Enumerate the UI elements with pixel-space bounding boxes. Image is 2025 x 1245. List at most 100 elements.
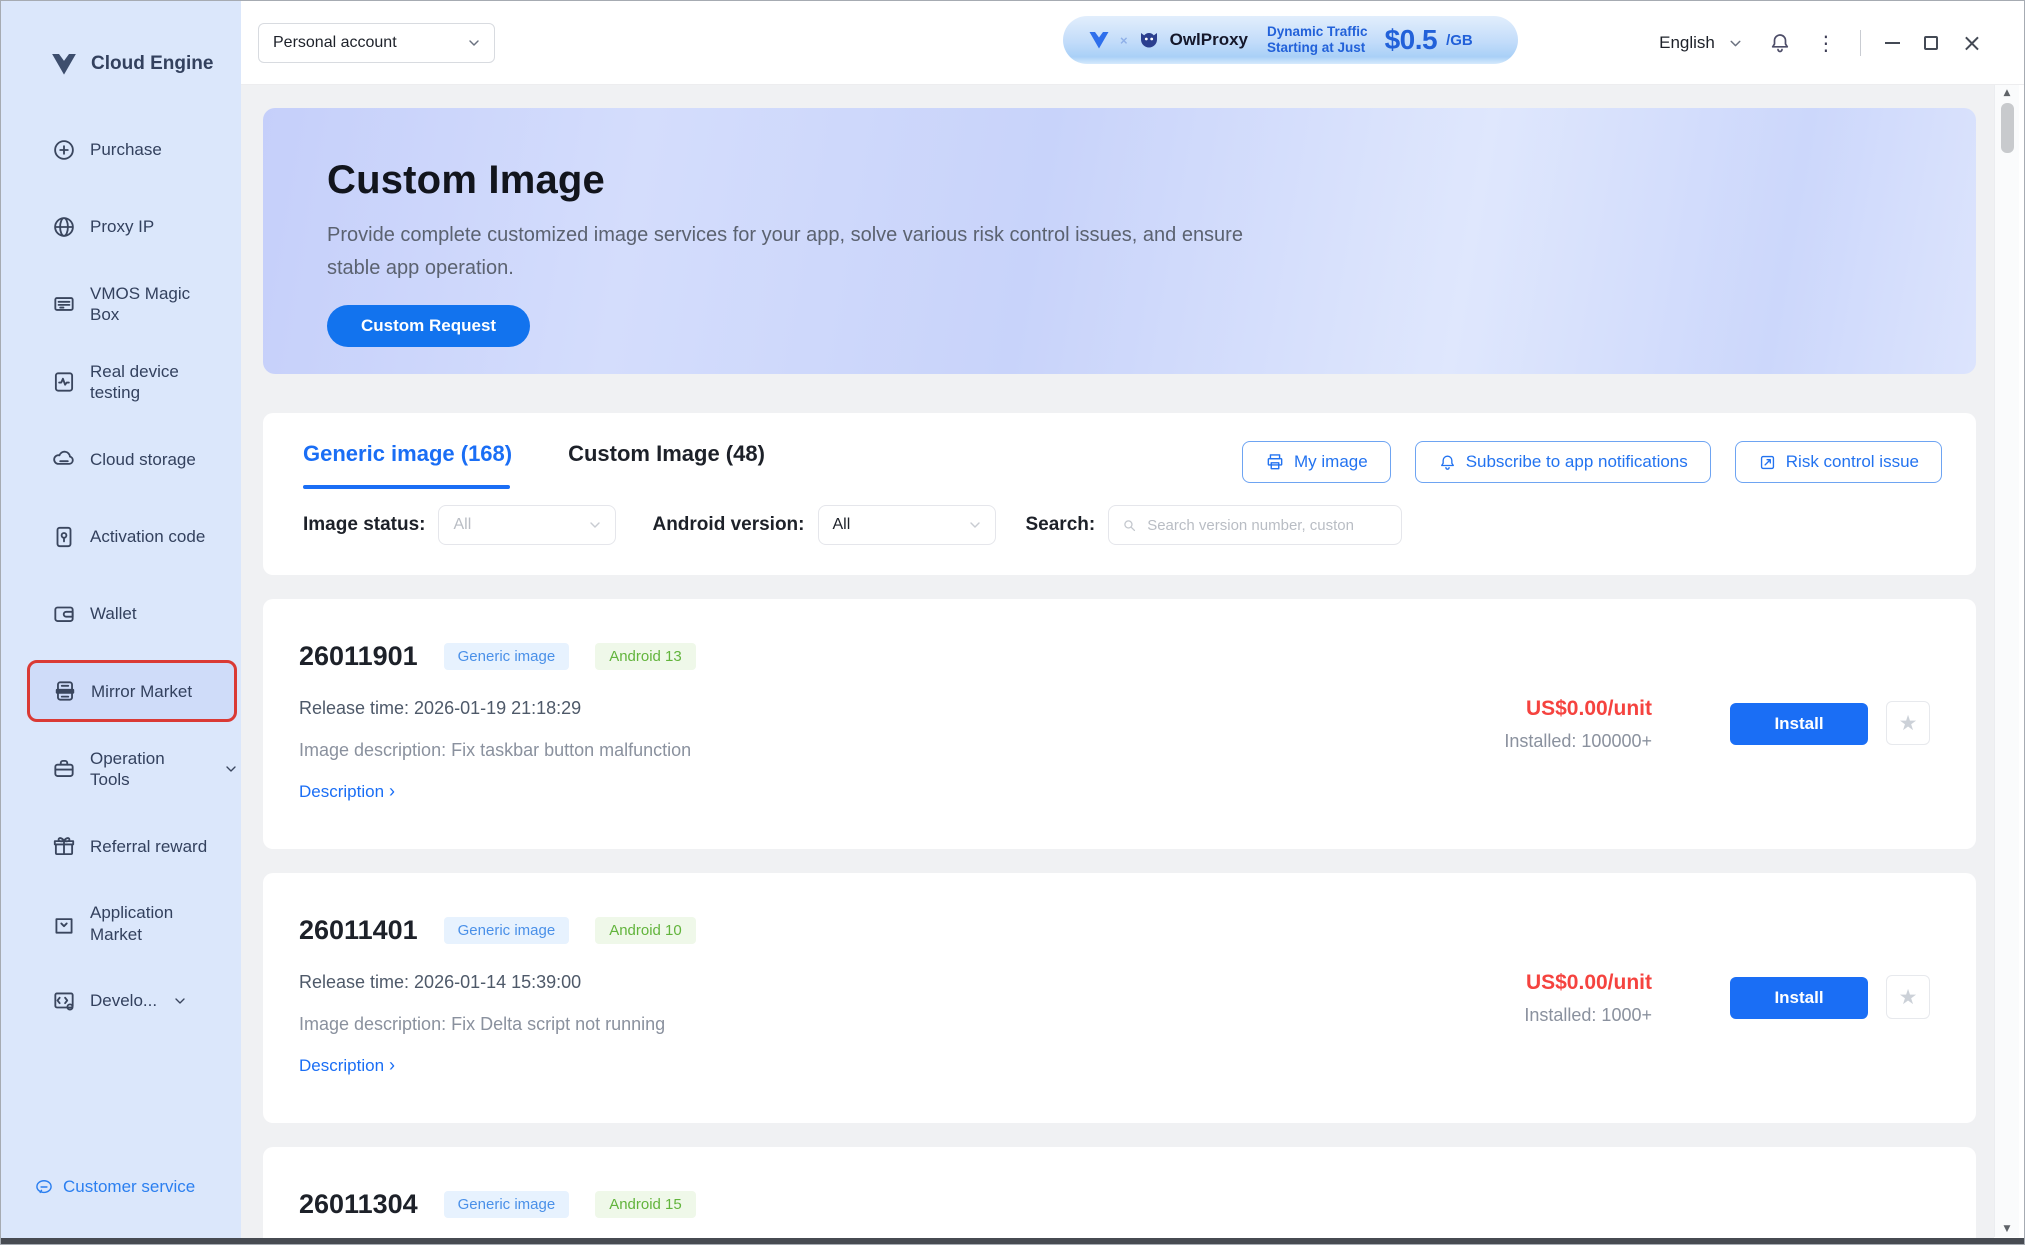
- maximize-button[interactable]: [1923, 36, 1938, 50]
- chevron-right-icon: ›: [389, 1055, 396, 1075]
- image-card-26011401: 26011401 Generic image Android 10 Releas…: [263, 873, 1976, 1123]
- image-card-26011304: 26011304 Generic image Android 15: [263, 1147, 1976, 1244]
- favorite-button[interactable]: ★: [1886, 701, 1930, 745]
- price-block: US$0.00/unit Installed: 100000+: [1504, 697, 1652, 752]
- sidebar-item-proxy-ip[interactable]: Proxy IP: [1, 188, 241, 265]
- image-status-label: Image status:: [303, 514, 426, 535]
- image-card-26011901: 26011901 Generic image Android 13 Releas…: [263, 599, 1976, 849]
- language-selector[interactable]: English: [1659, 33, 1744, 53]
- purchase-icon: [51, 137, 77, 163]
- image-id: 26011401: [299, 915, 418, 945]
- android-version-badge: Android 15: [595, 1191, 696, 1218]
- divider: [1859, 30, 1861, 56]
- subscribe-notifications-button[interactable]: Subscribe to app notifications: [1414, 441, 1711, 483]
- chevron-down-icon: [967, 517, 983, 533]
- main-content: Custom Image Provide complete customized…: [241, 85, 1994, 1244]
- image-description: Image description: Fix taskbar button ma…: [299, 740, 692, 760]
- sidebar-item-mirror-market[interactable]: Mirror Market: [27, 660, 237, 723]
- promo-tagline: Dynamic Traffic Starting at Just: [1267, 23, 1368, 55]
- search-field: [1108, 505, 1403, 545]
- image-id: 26011304: [299, 1189, 418, 1219]
- printer-icon: [1265, 452, 1285, 472]
- chat-bubble-icon: [34, 1177, 54, 1197]
- magic-box-icon: [51, 291, 77, 317]
- promo-price: $0.5: [1384, 24, 1438, 55]
- sidebar-item-vmos-magic-box[interactable]: VMOS Magic Box: [1, 266, 241, 343]
- image-status-select[interactable]: All: [438, 505, 617, 545]
- unit-price: US$0.00/unit: [1525, 697, 1652, 720]
- android-version-label: Android version:: [652, 514, 805, 535]
- toolbox-icon: [51, 756, 77, 782]
- sidebar-item-developer[interactable]: Develo...: [1, 962, 241, 1039]
- activation-code-icon: [51, 524, 77, 550]
- sidebar-item-application-market[interactable]: Application Market: [1, 885, 241, 962]
- chevron-right-icon: ›: [389, 781, 396, 801]
- tab-custom-image[interactable]: Custom Image (48): [568, 441, 765, 497]
- image-type-badge: Generic image: [443, 917, 570, 944]
- scroll-up-icon[interactable]: ▲: [1995, 88, 2019, 98]
- promo-brand: OwlProxy: [1169, 30, 1249, 49]
- custom-image-hero: Custom Image Provide complete customized…: [263, 108, 1976, 374]
- cloud-engine-logo-icon: [49, 49, 79, 79]
- android-version-select[interactable]: All: [817, 505, 996, 545]
- account-type-select[interactable]: Personal account: [258, 23, 495, 63]
- customer-service-link[interactable]: Customer service: [34, 1177, 195, 1197]
- owlproxy-promo-banner[interactable]: × OwlProxy Dynamic Traffic Starting at J…: [1063, 16, 1518, 64]
- sidebar-item-purchase[interactable]: Purchase: [1, 111, 241, 188]
- chevron-down-icon: [172, 993, 188, 1009]
- release-time: Release time: 2026-01-14 15:39:00: [299, 972, 582, 992]
- custom-request-button[interactable]: Custom Request: [327, 305, 531, 347]
- more-menu-icon[interactable]: ⋮: [1816, 33, 1836, 53]
- install-button[interactable]: Install: [1730, 977, 1868, 1019]
- cross-separator-icon: ×: [1120, 32, 1128, 48]
- hero-title: Custom Image: [327, 158, 606, 202]
- install-button[interactable]: Install: [1730, 703, 1868, 745]
- image-type-badge: Generic image: [443, 1191, 570, 1218]
- unit-price: US$0.00/unit: [1525, 971, 1652, 994]
- favorite-button[interactable]: ★: [1886, 975, 1930, 1019]
- sidebar-item-referral-reward[interactable]: Referral reward: [1, 808, 241, 885]
- chevron-down-icon: [223, 761, 239, 777]
- chevron-down-icon: [1727, 35, 1744, 52]
- sidebar: Cloud Engine Purchase Proxy IP VMOS Magi…: [1, 1, 241, 1244]
- close-button[interactable]: ×: [1962, 31, 1982, 55]
- image-description: Image description: Fix Delta script not …: [299, 1014, 666, 1034]
- topbar: Personal account × OwlProxy Dynamic Traf…: [241, 1, 2024, 85]
- scroll-down-icon[interactable]: ▼: [1995, 1224, 2019, 1234]
- app-title: Cloud Engine: [91, 53, 214, 74]
- tab-generic-image[interactable]: Generic image (168): [303, 441, 512, 497]
- release-time: Release time: 2026-01-19 21:18:29: [299, 698, 582, 718]
- hero-description: Provide complete customized image servic…: [327, 224, 1243, 279]
- my-image-button[interactable]: My image: [1242, 441, 1391, 483]
- sidebar-item-cloud-storage[interactable]: Cloud storage: [1, 421, 241, 498]
- vertical-scrollbar[interactable]: ▲ ▼: [1994, 85, 2019, 1237]
- installed-count: Installed: 1000+: [1524, 1005, 1652, 1025]
- bell-icon: [1438, 453, 1457, 472]
- sidebar-item-real-device-testing[interactable]: Real device testing: [1, 343, 241, 420]
- promo-price-unit: /GB: [1446, 31, 1473, 49]
- installed-count: Installed: 100000+: [1504, 731, 1652, 751]
- risk-control-issue-button[interactable]: Risk control issue: [1734, 441, 1942, 483]
- search-input[interactable]: [1147, 516, 1390, 534]
- description-link[interactable]: Description ›: [299, 781, 395, 802]
- description-link[interactable]: Description ›: [299, 1055, 395, 1076]
- android-version-badge: Android 13: [595, 643, 696, 670]
- report-edit-icon: [1758, 453, 1777, 472]
- image-id: 26011901: [299, 641, 418, 671]
- sidebar-item-wallet[interactable]: Wallet: [1, 575, 241, 652]
- globe-icon: [51, 214, 77, 240]
- minimize-button[interactable]: [1884, 42, 1900, 44]
- sidebar-item-operation-tools[interactable]: Operation Tools: [1, 730, 241, 807]
- cloud-icon: [51, 446, 77, 472]
- sidebar-item-activation-code[interactable]: Activation code: [1, 498, 241, 575]
- chevron-down-icon: [466, 35, 482, 51]
- notification-bell-icon[interactable]: [1768, 31, 1792, 55]
- search-label: Search:: [1025, 514, 1096, 535]
- vmos-logo-icon: [1087, 28, 1111, 52]
- app-window: { "topbar": { "account_selector": "Perso…: [0, 0, 2025, 1245]
- tabs-and-filters-panel: Generic image (168) Custom Image (48) My…: [263, 413, 1976, 575]
- search-icon: [1121, 517, 1138, 534]
- scrollbar-thumb[interactable]: [2001, 103, 2014, 153]
- device-pulse-icon: [51, 369, 77, 395]
- chevron-down-icon: [587, 517, 603, 533]
